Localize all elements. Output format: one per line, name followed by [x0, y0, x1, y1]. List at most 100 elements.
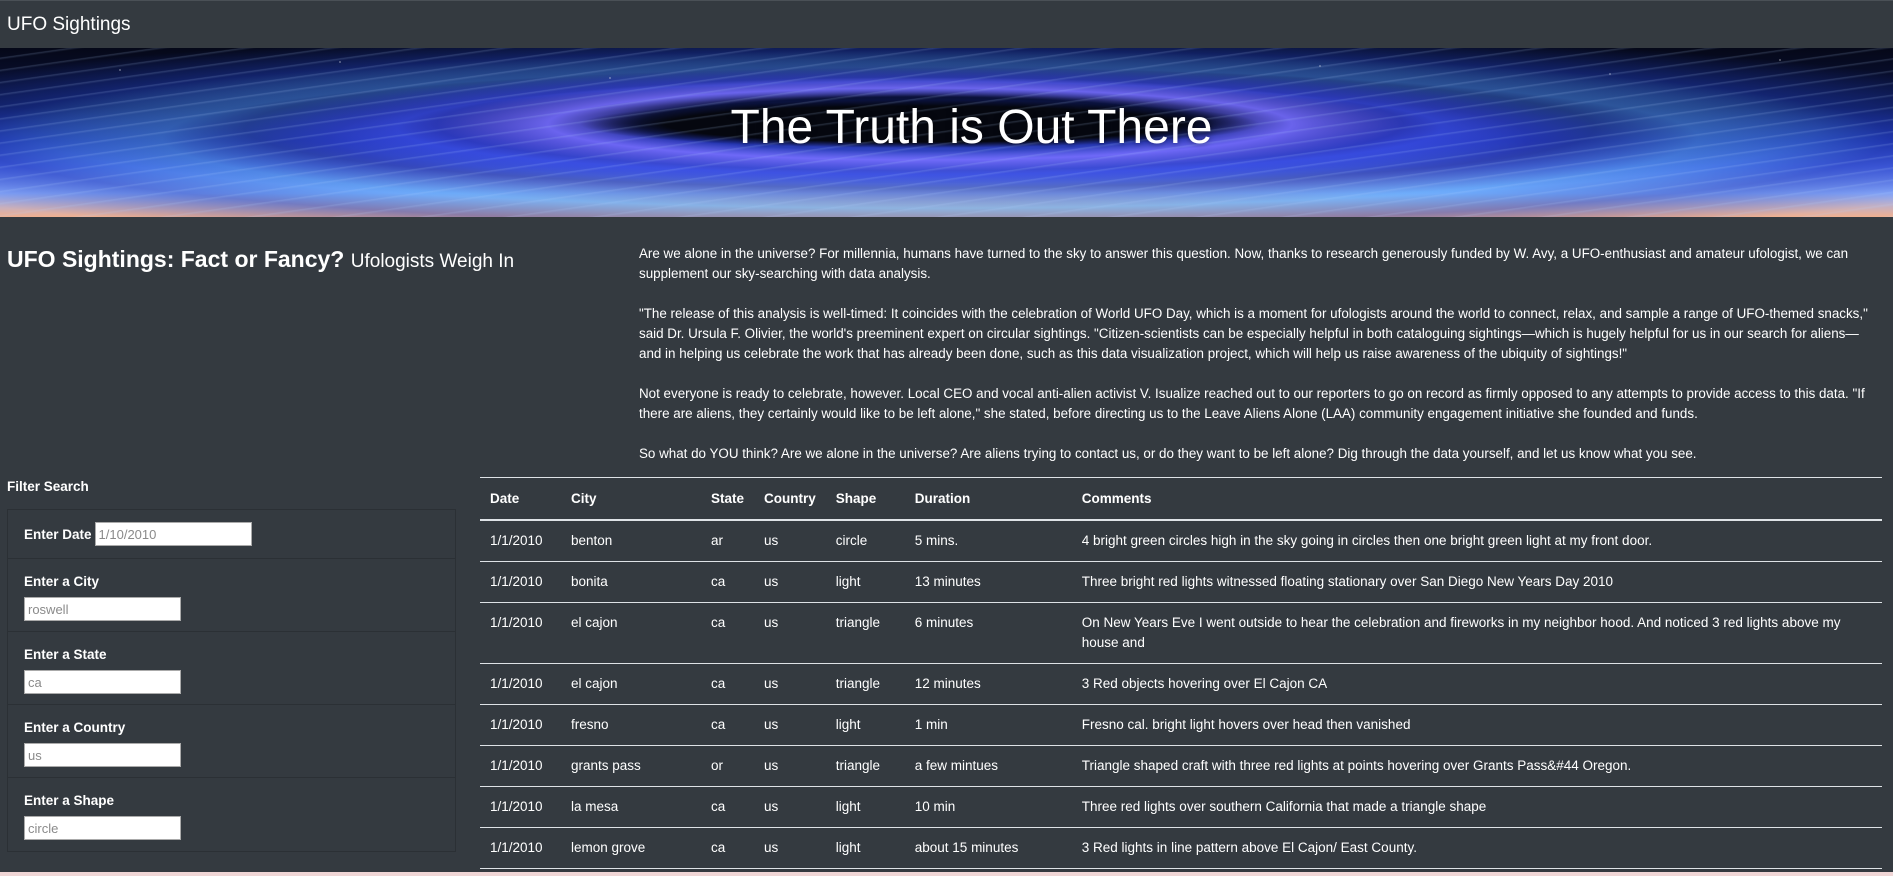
cell-city: lemon grove: [561, 827, 701, 869]
cell-city: benton: [561, 519, 701, 562]
article-paragraph: "The release of this analysis is well-ti…: [639, 306, 1868, 361]
headline-subtitle: Ufologists Weigh In: [350, 251, 515, 272]
headline-title: UFO Sightings: Fact or Fancy?: [7, 246, 345, 272]
cell-city: grants pass: [561, 745, 701, 787]
date-input[interactable]: [94, 522, 252, 546]
cell-date: 1/1/2010: [480, 663, 561, 705]
sightings-table: Date City State Country Shape Duration C…: [480, 477, 1882, 869]
cell-city: el cajon: [561, 663, 701, 705]
table-row: 1/1/2010 la mesa ca us light 10 min Three red …: [480, 786, 1882, 828]
cell-country: us: [754, 704, 826, 746]
cell-shape: triangle: [825, 602, 905, 664]
cell-comments: 3 Red objects hovering over El Cajon CA: [1071, 663, 1882, 705]
table-body: 1/1/2010 benton ar us circle 5 mins. 4 bright …: [480, 519, 1882, 869]
cell-duration: 10 min: [904, 786, 1072, 828]
table-row: 1/1/2010 bonita ca us light 13 minutes Three b…: [480, 561, 1882, 603]
article-body: Are we alone in the universe? For millen…: [639, 244, 1875, 484]
cell-country: us: [754, 786, 826, 828]
cell-country: us: [754, 663, 826, 705]
cell-shape: triangle: [825, 663, 905, 705]
column-header-city: City: [561, 477, 701, 521]
cell-country: us: [754, 745, 826, 787]
filter-city: Enter a City: [8, 559, 455, 632]
cell-comments: 4 bright green circles high in the sky g…: [1071, 519, 1882, 562]
column-header-state: State: [701, 477, 755, 521]
column-header-comments: Comments: [1071, 477, 1882, 521]
cell-state: ca: [701, 561, 755, 603]
table-row: 1/1/2010 el cajon ca us triangle 12 minutes 3 …: [480, 663, 1882, 705]
shape-label: Enter a Shape: [24, 793, 115, 808]
cell-comments: Three red lights over southern Californi…: [1071, 786, 1882, 828]
cell-duration: about 15 minutes: [904, 827, 1072, 869]
cell-date: 1/1/2010: [480, 519, 561, 562]
cell-shape: light: [825, 704, 905, 746]
cell-country: us: [754, 561, 826, 603]
state-input[interactable]: [24, 670, 181, 694]
cell-city: la mesa: [561, 786, 701, 828]
table-row: 1/1/2010 el cajon ca us triangle 6 minutes On …: [480, 602, 1882, 664]
cell-state: ca: [701, 602, 755, 664]
cell-state: ca: [701, 827, 755, 869]
city-input[interactable]: [24, 597, 181, 621]
cell-comments: Three bright red lights witnessed floati…: [1071, 561, 1882, 603]
cell-duration: a few mintues: [904, 745, 1072, 787]
navbar-brand-link[interactable]: UFO Sightings: [7, 14, 131, 36]
cell-shape: triangle: [825, 745, 905, 787]
page-headline: UFO Sightings: Fact or Fancy? Ufologists…: [7, 246, 627, 273]
cell-country: us: [754, 827, 826, 869]
cell-shape: light: [825, 786, 905, 828]
cell-shape: circle: [825, 519, 905, 562]
column-header-duration: Duration: [904, 477, 1072, 521]
cell-comments: Triangle shaped craft with three red lig…: [1071, 745, 1882, 787]
cell-city: el cajon: [561, 602, 701, 664]
filter-country: Enter a Country: [8, 705, 455, 778]
cell-comments: On New Years Eve I went outside to hear …: [1071, 602, 1882, 664]
filter-form: Enter Date Enter a City Enter a State En…: [7, 509, 456, 852]
cell-city: fresno: [561, 704, 701, 746]
cell-shape: light: [825, 827, 905, 869]
page-bottom-edge: [0, 872, 1893, 876]
table-row: 1/1/2010 benton ar us circle 5 mins. 4 bright …: [480, 519, 1882, 562]
cell-date: 1/1/2010: [480, 704, 561, 746]
cell-city: bonita: [561, 561, 701, 603]
shape-input[interactable]: [24, 816, 181, 840]
article-paragraph: So what do YOU think? Are we alone in th…: [639, 446, 1697, 461]
filter-search-title: Filter Search: [7, 479, 89, 494]
column-header-date: Date: [480, 477, 561, 521]
filter-state: Enter a State: [8, 632, 455, 705]
filter-shape: Enter a Shape: [8, 778, 455, 851]
country-input[interactable]: [24, 743, 181, 767]
cell-state: ca: [701, 704, 755, 746]
date-label: Enter Date: [24, 526, 92, 542]
article-paragraph: Are we alone in the universe? For millen…: [639, 246, 1849, 281]
sightings-table-container: Date City State Country Shape Duration C…: [480, 477, 1882, 869]
cell-state: ca: [701, 786, 755, 828]
column-header-shape: Shape: [825, 477, 905, 521]
cell-state: ca: [701, 663, 755, 705]
hero-banner: The Truth is Out There: [0, 48, 1893, 217]
table-row: 1/1/2010 fresno ca us light 1 min Fresno cal. …: [480, 704, 1882, 746]
cell-duration: 1 min: [904, 704, 1072, 746]
cell-date: 1/1/2010: [480, 827, 561, 869]
cell-duration: 12 minutes: [904, 663, 1072, 705]
article-paragraph: Not everyone is ready to celebrate, howe…: [639, 386, 1865, 421]
cell-country: us: [754, 602, 826, 664]
table-row: 1/1/2010 grants pass or us triangle a few min…: [480, 745, 1882, 787]
cell-duration: 5 mins.: [904, 519, 1072, 562]
cell-date: 1/1/2010: [480, 745, 561, 787]
table-row: 1/1/2010 lemon grove ca us light about 15 min…: [480, 827, 1882, 869]
cell-comments: Fresno cal. bright light hovers over hea…: [1071, 704, 1882, 746]
cell-duration: 13 minutes: [904, 561, 1072, 603]
cell-duration: 6 minutes: [904, 602, 1072, 664]
cell-state: or: [701, 745, 755, 787]
state-label: Enter a State: [24, 647, 107, 662]
cell-date: 1/1/2010: [480, 561, 561, 603]
filter-date: Enter Date: [8, 510, 455, 559]
navbar: UFO Sightings: [0, 0, 1893, 48]
cell-state: ar: [701, 519, 755, 562]
table-header-row: Date City State Country Shape Duration C…: [480, 477, 1882, 521]
column-header-country: Country: [754, 477, 826, 521]
country-label: Enter a Country: [24, 720, 126, 735]
cell-date: 1/1/2010: [480, 602, 561, 664]
cell-shape: light: [825, 561, 905, 603]
